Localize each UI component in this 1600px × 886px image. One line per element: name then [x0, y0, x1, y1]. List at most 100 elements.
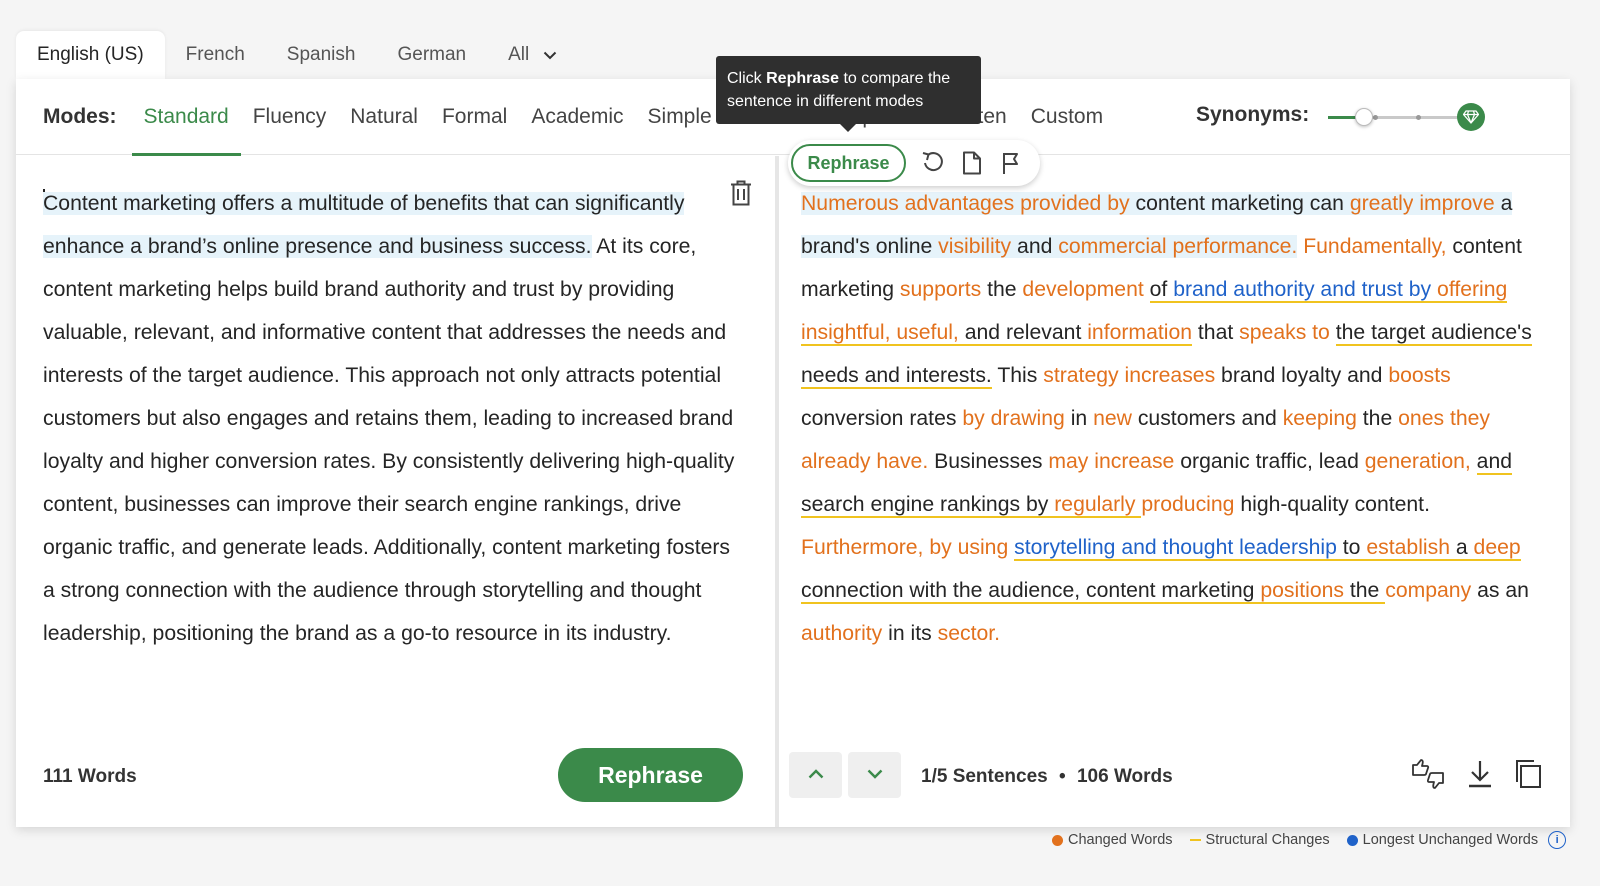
changed-word[interactable]: may increase [1048, 450, 1174, 473]
changed-word[interactable]: commercial performance. [1058, 235, 1298, 258]
changed-word[interactable]: greatly [1349, 192, 1414, 215]
changed-word[interactable]: by drawing [962, 407, 1064, 430]
output-segment: conversion rates [801, 407, 963, 430]
tab-label: French [185, 44, 245, 65]
rephrase-tooltip: Click Rephrase to compare the sentence i… [716, 56, 981, 132]
rephrase-button[interactable]: Rephrase [558, 748, 743, 802]
legend-longest-unchanged: Longest Unchanged Words [1346, 832, 1539, 848]
changed-word[interactable]: new [1093, 407, 1132, 430]
changed-word[interactable]: Numerous advantages provided by [801, 192, 1130, 215]
output-segment: connection with the audience, content ma… [801, 579, 1261, 604]
changed-word[interactable]: sector. [938, 622, 1000, 645]
blue-dot-icon [1346, 834, 1358, 846]
longest-unchanged-words[interactable]: brand authority and trust by [1173, 278, 1432, 303]
changed-word[interactable]: deep [1473, 536, 1521, 561]
changed-word[interactable]: company [1385, 579, 1471, 602]
changed-word[interactable]: keeping [1283, 407, 1357, 430]
tooltip-text: Click [727, 70, 767, 87]
input-highlighted-sentence: Content marketing offers a multitude of … [43, 192, 685, 258]
trash-icon[interactable] [730, 180, 752, 211]
rephrase-sentence-button[interactable]: Rephrase [791, 144, 906, 182]
tab-english-us[interactable]: English (US) [16, 31, 165, 79]
output-segment: the [981, 278, 1023, 301]
mode-simple[interactable]: Simple [636, 79, 724, 155]
changed-word[interactable]: establish [1366, 536, 1450, 561]
previous-sentence-button[interactable] [789, 752, 842, 798]
synonyms-label: Synonyms: [1196, 103, 1310, 126]
changed-word[interactable]: Furthermore, by using [801, 536, 1008, 559]
output-segment: brand loyalty and [1215, 364, 1389, 387]
changed-word[interactable]: regularly [1054, 493, 1142, 518]
changed-word[interactable]: Fundamentally, [1303, 235, 1446, 258]
tooltip-bold-text: Rephrase [766, 70, 840, 87]
document-icon[interactable] [962, 151, 982, 180]
output-word-count: 106 Words [1076, 766, 1173, 787]
changed-word[interactable]: development [1022, 278, 1143, 301]
sentence-count: 1/5 Sentences [921, 766, 1048, 787]
download-icon[interactable] [1467, 759, 1493, 794]
mode-standard[interactable]: Standard [131, 79, 241, 156]
synonyms-slider[interactable] [1328, 108, 1473, 126]
tab-german[interactable]: German [376, 31, 487, 79]
flag-icon[interactable] [1001, 151, 1021, 180]
changed-word[interactable]: producing [1141, 493, 1234, 516]
mode-natural[interactable]: Natural [338, 79, 430, 155]
tab-spanish[interactable]: Spanish [266, 31, 377, 79]
output-segment: the [1356, 407, 1399, 430]
undo-icon[interactable] [922, 151, 944, 180]
premium-diamond-icon[interactable] [1457, 103, 1485, 131]
change-legend: Changed Words Structural Changes Longest… [1052, 829, 1567, 851]
tab-label: All [508, 44, 530, 65]
output-segment: and [1011, 235, 1059, 258]
changed-word[interactable]: boosts [1388, 364, 1450, 387]
chevron-down-icon [543, 47, 557, 63]
legend-changed-words: Changed Words [1052, 832, 1173, 848]
tab-all-languages[interactable]: All [487, 31, 578, 79]
output-segment: high-quality content. [1234, 493, 1430, 516]
output-panel: Numerous advantages provided by content … [779, 156, 1570, 827]
changed-word[interactable]: positions [1260, 579, 1344, 604]
mode-label: Fluency [252, 104, 327, 128]
chevron-up-icon [808, 766, 824, 784]
output-text[interactable]: Numerous advantages provided by content … [779, 156, 1539, 655]
orange-dot-icon [1052, 834, 1063, 846]
legend-label: Longest Unchanged Words [1362, 832, 1539, 848]
mode-label: Simple [647, 104, 712, 128]
slider-thumb[interactable] [1355, 108, 1374, 126]
changed-word[interactable]: strategy increases [1043, 364, 1215, 387]
slider-tick [1373, 115, 1378, 120]
input-text[interactable]: Content marketing offers a multitude of … [16, 156, 746, 655]
changed-word[interactable]: generation, [1365, 450, 1471, 473]
output-stats: 1/5 Sentences • 106 Words [921, 766, 1173, 788]
output-segment: in its [882, 622, 938, 645]
mode-academic[interactable]: Academic [519, 79, 635, 155]
mode-label: Academic [531, 104, 624, 128]
mode-custom[interactable]: Custom [1019, 79, 1115, 155]
tab-french[interactable]: French [165, 31, 266, 79]
legend-label: Changed Words [1068, 832, 1173, 848]
input-panel: Content marketing offers a multitude of … [16, 156, 775, 827]
copy-icon[interactable] [1514, 759, 1542, 794]
next-sentence-button[interactable] [848, 752, 901, 798]
output-segment: and relevant [958, 321, 1088, 346]
output-segment: as an [1471, 579, 1529, 602]
info-icon[interactable]: i [1548, 831, 1567, 849]
output-segment: Businesses [928, 450, 1049, 473]
mode-label: Formal [441, 104, 508, 128]
paraphraser-card: Modes: Standard Fluency Natural Formal A… [16, 79, 1570, 827]
changed-word[interactable]: visibility [938, 235, 1012, 258]
mode-fluency[interactable]: Fluency [241, 79, 339, 155]
output-segment: the [1343, 579, 1386, 604]
changed-word[interactable]: speaks to [1239, 321, 1330, 344]
changed-word[interactable]: improve [1419, 192, 1495, 215]
changed-word[interactable]: supports [900, 278, 981, 301]
compare-thumbs-icon[interactable] [1411, 759, 1445, 794]
mode-formal[interactable]: Formal [430, 79, 519, 155]
longest-unchanged-words[interactable]: storytelling and thought leadership [1014, 536, 1337, 561]
sentence-toolbar: Rephrase [788, 140, 1040, 186]
changed-word[interactable]: authority [801, 622, 882, 645]
tab-label: German [397, 44, 467, 65]
tab-label: English (US) [37, 44, 144, 65]
mode-label: Custom [1030, 104, 1104, 128]
changed-word[interactable]: information [1087, 321, 1193, 346]
